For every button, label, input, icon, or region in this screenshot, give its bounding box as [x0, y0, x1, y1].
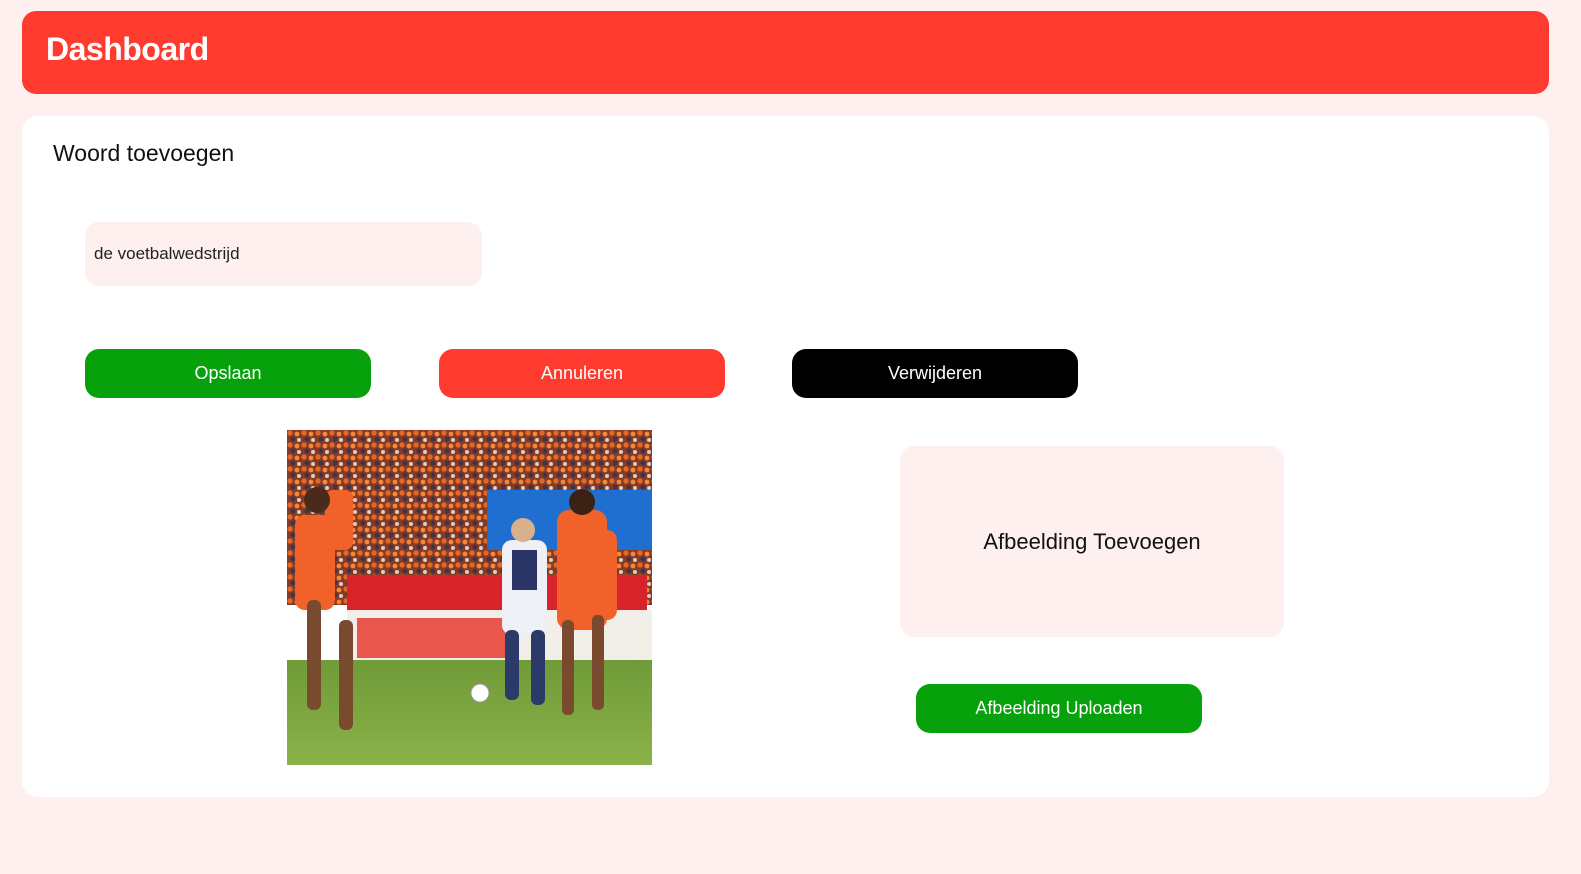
- page-title: Dashboard: [46, 31, 209, 67]
- dropzone-label: Afbeelding Toevoegen: [983, 528, 1201, 554]
- save-button[interactable]: Opslaan: [85, 349, 371, 398]
- word-input[interactable]: [85, 222, 482, 286]
- word-image: [287, 430, 652, 765]
- delete-button[interactable]: Verwijderen: [792, 349, 1078, 398]
- upload-image-button[interactable]: Afbeelding Uploaden: [916, 684, 1202, 733]
- cancel-button[interactable]: Annuleren: [439, 349, 725, 398]
- form-title: Woord toevoegen: [53, 140, 235, 166]
- word-form-card: Woord toevoegen Opslaan Annuleren Verwij…: [22, 116, 1549, 797]
- image-dropzone[interactable]: Afbeelding Toevoegen: [900, 446, 1284, 637]
- top-header: Dashboard: [22, 11, 1549, 94]
